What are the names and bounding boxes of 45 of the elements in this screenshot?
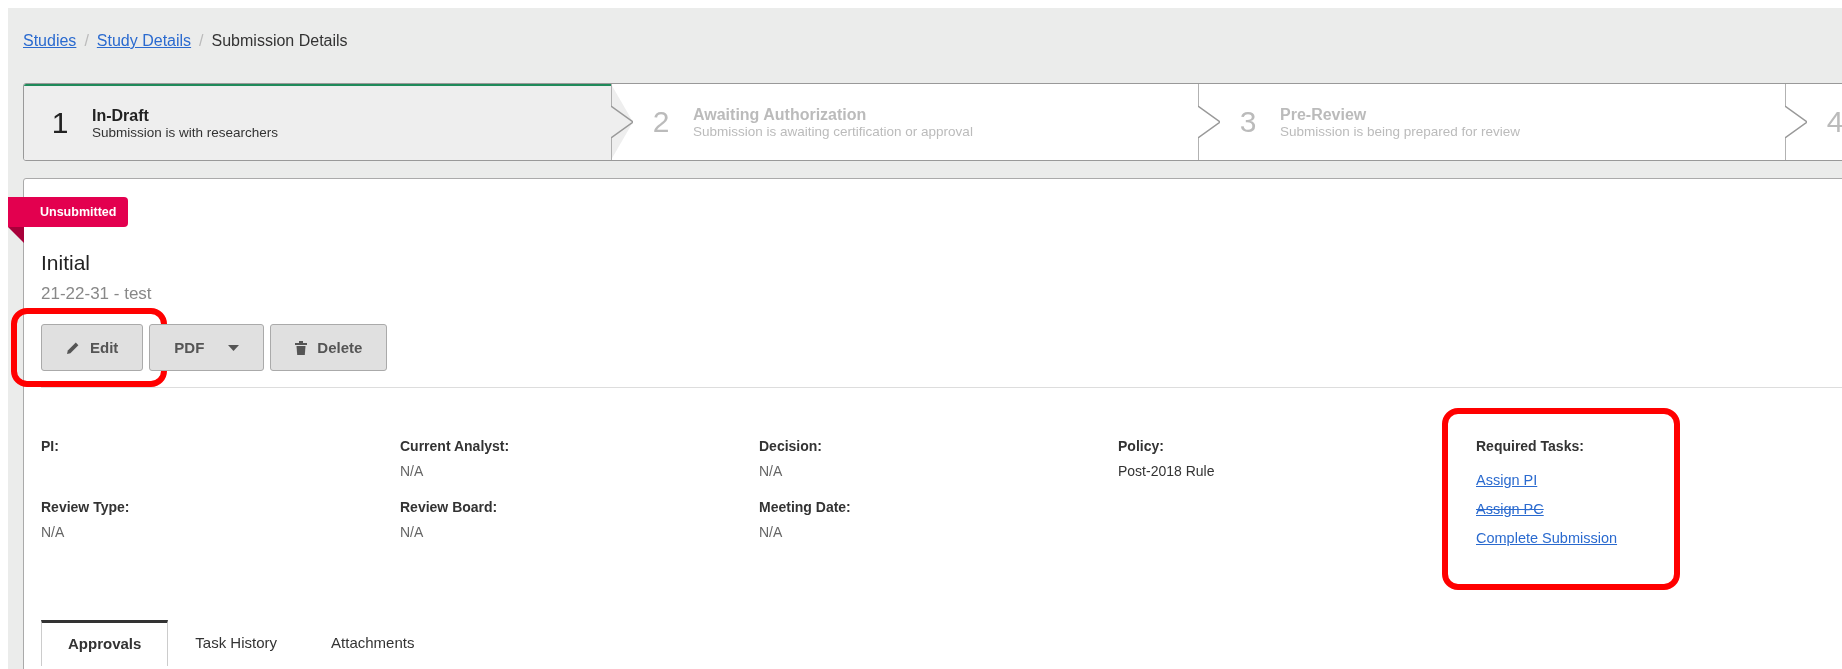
submission-subtitle: 21-22-31 - test [41, 284, 153, 304]
field-label: Decision: [759, 438, 823, 454]
breadcrumb-current: Submission Details [211, 32, 348, 50]
step-number: 3 [1238, 105, 1258, 139]
task-link[interactable]: Complete Submission [1476, 530, 1618, 546]
caret-icon [228, 344, 240, 351]
tab[interactable]: Approvals [41, 620, 169, 666]
pencil-icon [66, 340, 80, 355]
tasks-heading: Required Tasks: [1476, 438, 1584, 454]
field-value: N/A [400, 524, 425, 540]
step-number: 1 [50, 106, 70, 140]
step-description: Submission is being prepared for review [1280, 123, 1521, 139]
field-label: PI: [41, 438, 60, 454]
field-value: N/A [400, 463, 425, 479]
field-label: Current Analyst: [400, 438, 511, 454]
step-number: 2 [651, 105, 671, 139]
ribbon-fold [8, 227, 24, 243]
pdf-dropdown-button[interactable]: PDF [149, 324, 265, 371]
delete-button[interactable]: Delete [270, 324, 388, 371]
trash-icon [295, 340, 308, 355]
task-link[interactable]: Assign PC [1476, 501, 1544, 517]
breadcrumb-separator: / [199, 32, 204, 50]
step-title: Pre-Review [1280, 105, 1368, 124]
field-label: Review Board: [400, 499, 499, 515]
step-title: In-Draft [92, 106, 150, 125]
breadcrumb-separator: / [84, 32, 89, 50]
field-label: Meeting Date: [759, 499, 852, 515]
field-value: N/A [759, 524, 784, 540]
field-value: N/A [41, 524, 66, 540]
step-number: 4 [1825, 105, 1842, 139]
tab[interactable]: Task History [168, 620, 305, 666]
submission-title: Initial [41, 251, 92, 275]
field-value: N/A [759, 463, 784, 479]
breadcrumb-link[interactable]: Study Details [96, 32, 192, 50]
breadcrumb-link[interactable]: Studies [23, 32, 77, 50]
step-description: Submission is awaiting certification or approval [693, 123, 973, 139]
field-label: Policy: [1118, 438, 1165, 454]
step-title: Awaiting Authorization [693, 105, 868, 124]
edit-button[interactable]: Edit [41, 324, 144, 371]
task-link[interactable]: Assign PI [1476, 472, 1538, 488]
step-description: Submission is with researchers [92, 124, 279, 140]
status-ribbon: Unsubmitted [8, 197, 129, 227]
field-label: Review Type: [41, 499, 131, 515]
tab[interactable]: Attachments [304, 620, 442, 666]
field-value: Post-2018 Rule [1118, 463, 1216, 479]
